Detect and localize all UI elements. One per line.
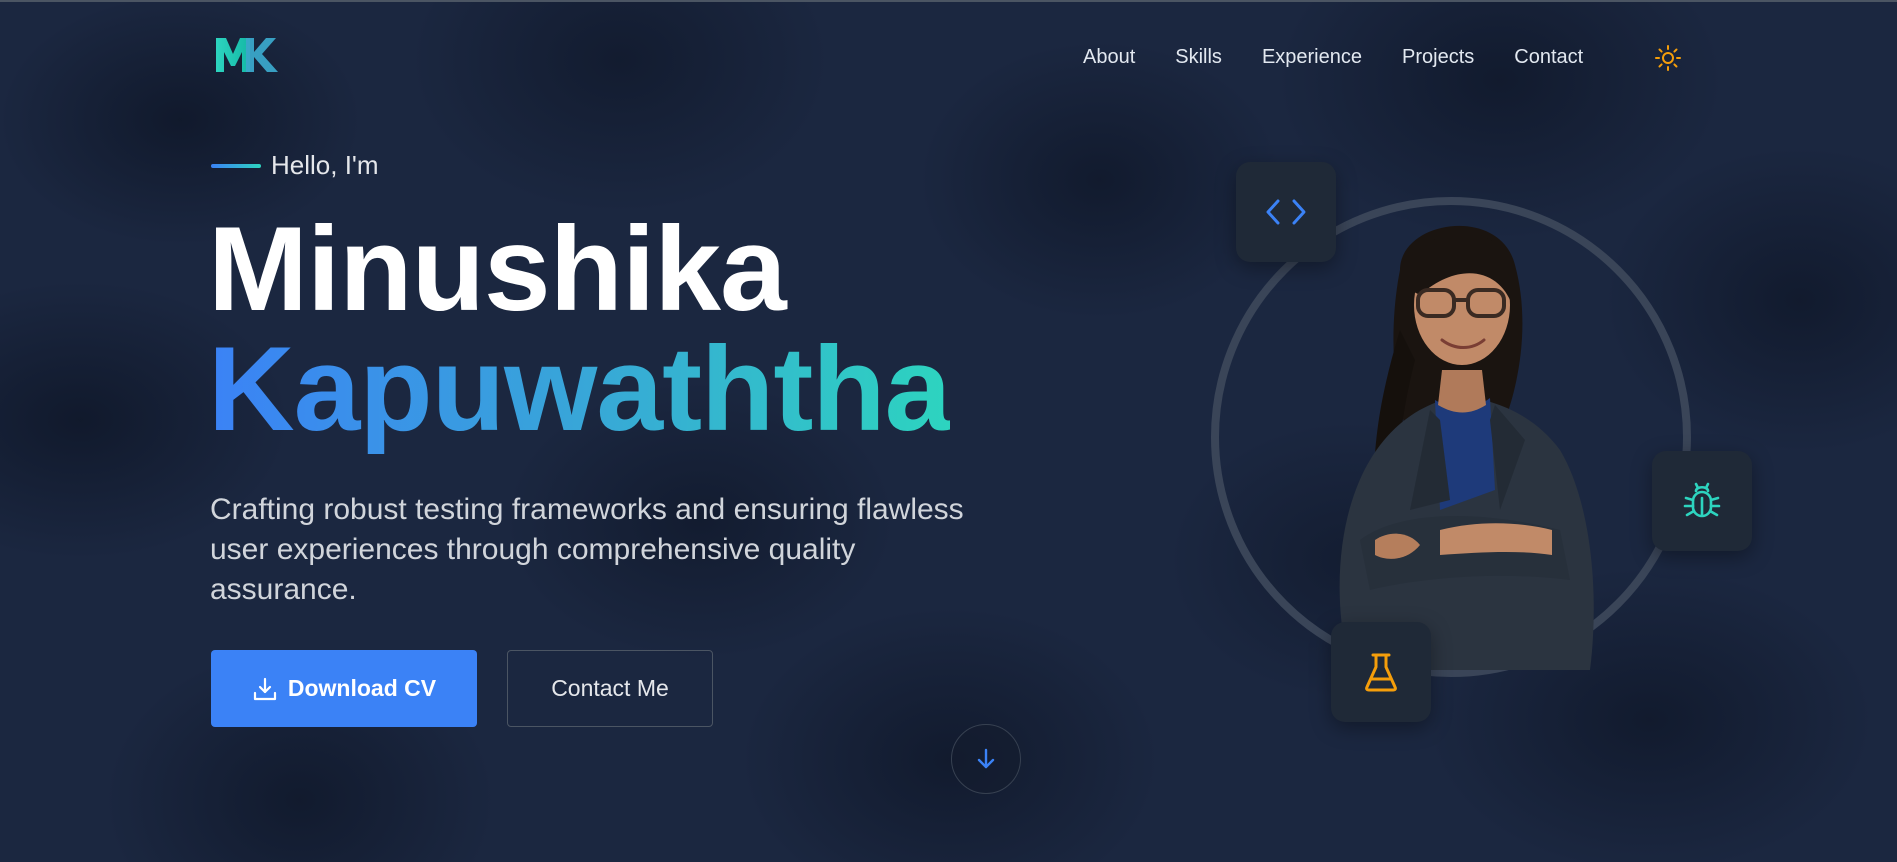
nav-skills[interactable]: Skills [1175,44,1222,70]
mk-logo[interactable] [216,36,278,74]
download-cv-button[interactable]: Download CV [211,650,477,727]
nav-about[interactable]: About [1083,44,1135,70]
flask-icon [1365,653,1397,692]
nav-contact[interactable]: Contact [1514,44,1583,70]
hero-tagline: Crafting robust testing frameworks and e… [210,493,964,606]
profile-photo [1339,225,1594,670]
download-cv-label: Download CV [287,675,437,701]
flask-tile [1331,622,1431,722]
sun-icon[interactable] [1654,44,1682,72]
bug-icon [1683,482,1721,518]
code-tile [1236,162,1336,262]
greeting: Hello, I'm [211,150,379,181]
nav-experience[interactable]: Experience [1262,44,1362,70]
download-icon [253,677,276,700]
greeting-text: Hello, I'm [271,150,379,180]
scroll-down-button[interactable] [951,724,1021,794]
last-name: Kapuwaththa [208,322,951,456]
top-border [0,0,1897,2]
arrow-down-icon [977,748,995,769]
nav-projects[interactable]: Projects [1402,44,1474,70]
portfolio-page: About Skills Experience Projects Contact… [0,0,1897,862]
first-name: Minushika [208,202,787,336]
bug-tile [1652,451,1752,551]
code-icon [1266,199,1306,225]
main-nav: About Skills Experience Projects Contact [1083,44,1583,70]
contact-me-button[interactable]: Contact Me [507,650,713,727]
greeting-accent-bar [211,163,261,168]
